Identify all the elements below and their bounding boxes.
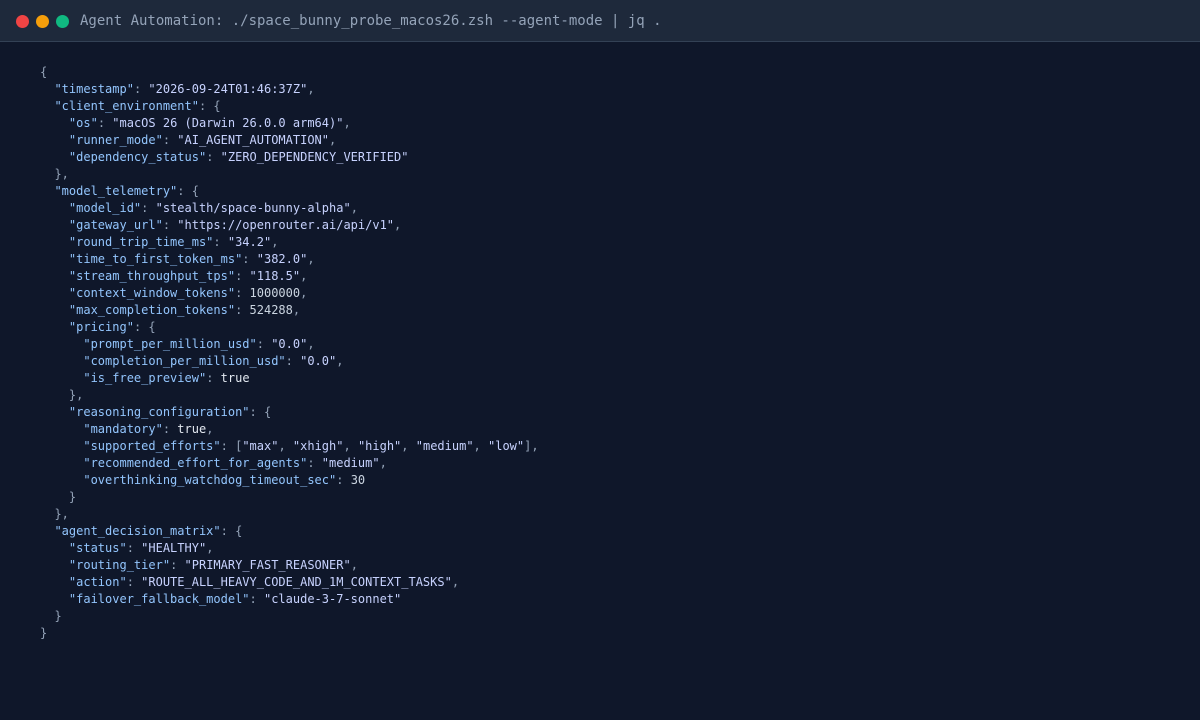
- json-line: "client_environment": {: [54, 99, 221, 113]
- json-key: "gateway_url": [68, 218, 163, 232]
- json-line: "dependency_status": "ZERO_DEPENDENCY_VE…: [68, 150, 409, 164]
- json-string-value: "claude-3-7-sonnet": [263, 592, 402, 606]
- json-line: },: [54, 167, 69, 181]
- terminal-window: Agent Automation: ./space_bunny_probe_ma…: [0, 0, 1200, 720]
- json-boolean-value: true: [177, 422, 207, 436]
- json-line: }: [40, 626, 48, 640]
- json-key: "overthinking_watchdog_timeout_sec": [83, 473, 337, 487]
- json-string-value: "medium": [415, 439, 474, 453]
- title-bar[interactable]: Agent Automation: ./space_bunny_probe_ma…: [0, 0, 1200, 42]
- minimize-button[interactable]: [36, 15, 49, 28]
- json-string-value: "2026-09-24T01:46:37Z": [148, 82, 308, 96]
- json-key: "pricing": [68, 320, 134, 334]
- json-key: "is_free_preview": [83, 371, 207, 385]
- json-number-value: 524288: [249, 303, 293, 317]
- json-line: "gateway_url": "https://openrouter.ai/ap…: [68, 218, 402, 232]
- json-key: "timestamp": [54, 82, 134, 96]
- json-string-value: "high": [357, 439, 402, 453]
- json-string-value: "382.0": [256, 252, 308, 266]
- json-line: "agent_decision_matrix": {: [54, 524, 243, 538]
- json-key: "round_trip_time_ms": [68, 235, 214, 249]
- json-key: "os": [68, 116, 98, 130]
- json-string-value: "ZERO_DEPENDENCY_VERIFIED": [220, 150, 409, 164]
- json-key: "model_telemetry": [54, 184, 178, 198]
- json-line: "timestamp": "2026-09-24T01:46:37Z",: [54, 82, 315, 96]
- json-string-value: "AI_AGENT_AUTOMATION": [177, 133, 329, 147]
- json-string-value: "ROUTE_ALL_HEAVY_CODE_AND_1M_CONTEXT_TAS…: [141, 575, 452, 589]
- json-key: "completion_per_million_usd": [83, 354, 286, 368]
- json-line: "time_to_first_token_ms": "382.0",: [68, 252, 315, 266]
- json-key: "time_to_first_token_ms": [68, 252, 243, 266]
- json-string-value: "macOS 26 (Darwin 26.0.0 arm64)": [112, 116, 344, 130]
- json-key: "failover_fallback_model": [68, 592, 250, 606]
- json-key: "client_environment": [54, 99, 199, 113]
- json-line: "stream_throughput_tps": "118.5",: [68, 269, 308, 283]
- json-line: "overthinking_watchdog_timeout_sec": 30: [83, 473, 366, 487]
- window-title: Agent Automation: ./space_bunny_probe_ma…: [80, 13, 662, 29]
- json-key: "supported_efforts": [83, 439, 221, 453]
- close-button[interactable]: [16, 15, 29, 28]
- json-line: "round_trip_time_ms": "34.2",: [68, 235, 279, 249]
- json-key: "model_id": [68, 201, 142, 215]
- json-boolean-value: true: [220, 371, 250, 385]
- json-key: "action": [68, 575, 127, 589]
- json-number-value: 1000000: [249, 286, 301, 300]
- json-key: "mandatory": [83, 422, 163, 436]
- json-line: "supported_efforts": ["max", "xhigh", "h…: [83, 439, 539, 453]
- json-string-value: "https://openrouter.ai/api/v1": [177, 218, 395, 232]
- json-key: "routing_tier": [68, 558, 171, 572]
- json-line: "is_free_preview": true: [83, 371, 250, 385]
- json-line: "os": "macOS 26 (Darwin 26.0.0 arm64)",: [68, 116, 351, 130]
- json-output[interactable]: { "timestamp": "2026-09-24T01:46:37Z", "…: [40, 64, 539, 642]
- json-key: "context_window_tokens": [68, 286, 236, 300]
- json-string-value: "PRIMARY_FAST_REASONER": [184, 558, 351, 572]
- maximize-button[interactable]: [56, 15, 69, 28]
- json-line: },: [54, 507, 69, 521]
- json-line: "action": "ROUTE_ALL_HEAVY_CODE_AND_1M_C…: [68, 575, 460, 589]
- json-string-value: "stealth/space-bunny-alpha": [155, 201, 351, 215]
- json-line: }: [68, 490, 77, 504]
- json-line: "context_window_tokens": 1000000,: [68, 286, 308, 300]
- json-line: }: [54, 609, 62, 623]
- json-line: "pricing": {: [68, 320, 156, 334]
- json-string-value: "max": [242, 439, 279, 453]
- json-key: "agent_decision_matrix": [54, 524, 221, 538]
- json-line: "reasoning_configuration": {: [68, 405, 272, 419]
- json-line: "prompt_per_million_usd": "0.0",: [83, 337, 315, 351]
- json-key: "dependency_status": [68, 150, 207, 164]
- json-string-value: "34.2": [227, 235, 272, 249]
- json-key: "max_completion_tokens": [68, 303, 236, 317]
- json-line: "max_completion_tokens": 524288,: [68, 303, 301, 317]
- json-string-value: "xhigh": [292, 439, 344, 453]
- json-line: "recommended_effort_for_agents": "medium…: [83, 456, 387, 470]
- json-key: "recommended_effort_for_agents": [83, 456, 308, 470]
- json-line: "runner_mode": "AI_AGENT_AUTOMATION",: [68, 133, 337, 147]
- json-line: "completion_per_million_usd": "0.0",: [83, 354, 344, 368]
- json-string-value: "low": [488, 439, 525, 453]
- json-key: "stream_throughput_tps": [68, 269, 236, 283]
- json-line: },: [68, 388, 84, 402]
- json-line: "routing_tier": "PRIMARY_FAST_REASONER",: [68, 558, 358, 572]
- json-string-value: "118.5": [249, 269, 301, 283]
- json-string-value: "HEALTHY": [141, 541, 207, 555]
- json-number-value: 30: [350, 473, 366, 487]
- json-line: "failover_fallback_model": "claude-3-7-s…: [68, 592, 402, 606]
- json-line: "model_id": "stealth/space-bunny-alpha",: [68, 201, 358, 215]
- json-line: {: [40, 65, 48, 79]
- json-key: "reasoning_configuration": [68, 405, 250, 419]
- json-line: "status": "HEALTHY",: [68, 541, 214, 555]
- json-line: "model_telemetry": {: [54, 184, 199, 198]
- json-line: "mandatory": true,: [83, 422, 214, 436]
- json-string-value: "0.0": [271, 337, 308, 351]
- json-string-value: "0.0": [300, 354, 337, 368]
- json-key: "prompt_per_million_usd": [83, 337, 257, 351]
- json-key: "runner_mode": [68, 133, 163, 147]
- json-string-value: "medium": [321, 456, 380, 470]
- json-key: "status": [68, 541, 127, 555]
